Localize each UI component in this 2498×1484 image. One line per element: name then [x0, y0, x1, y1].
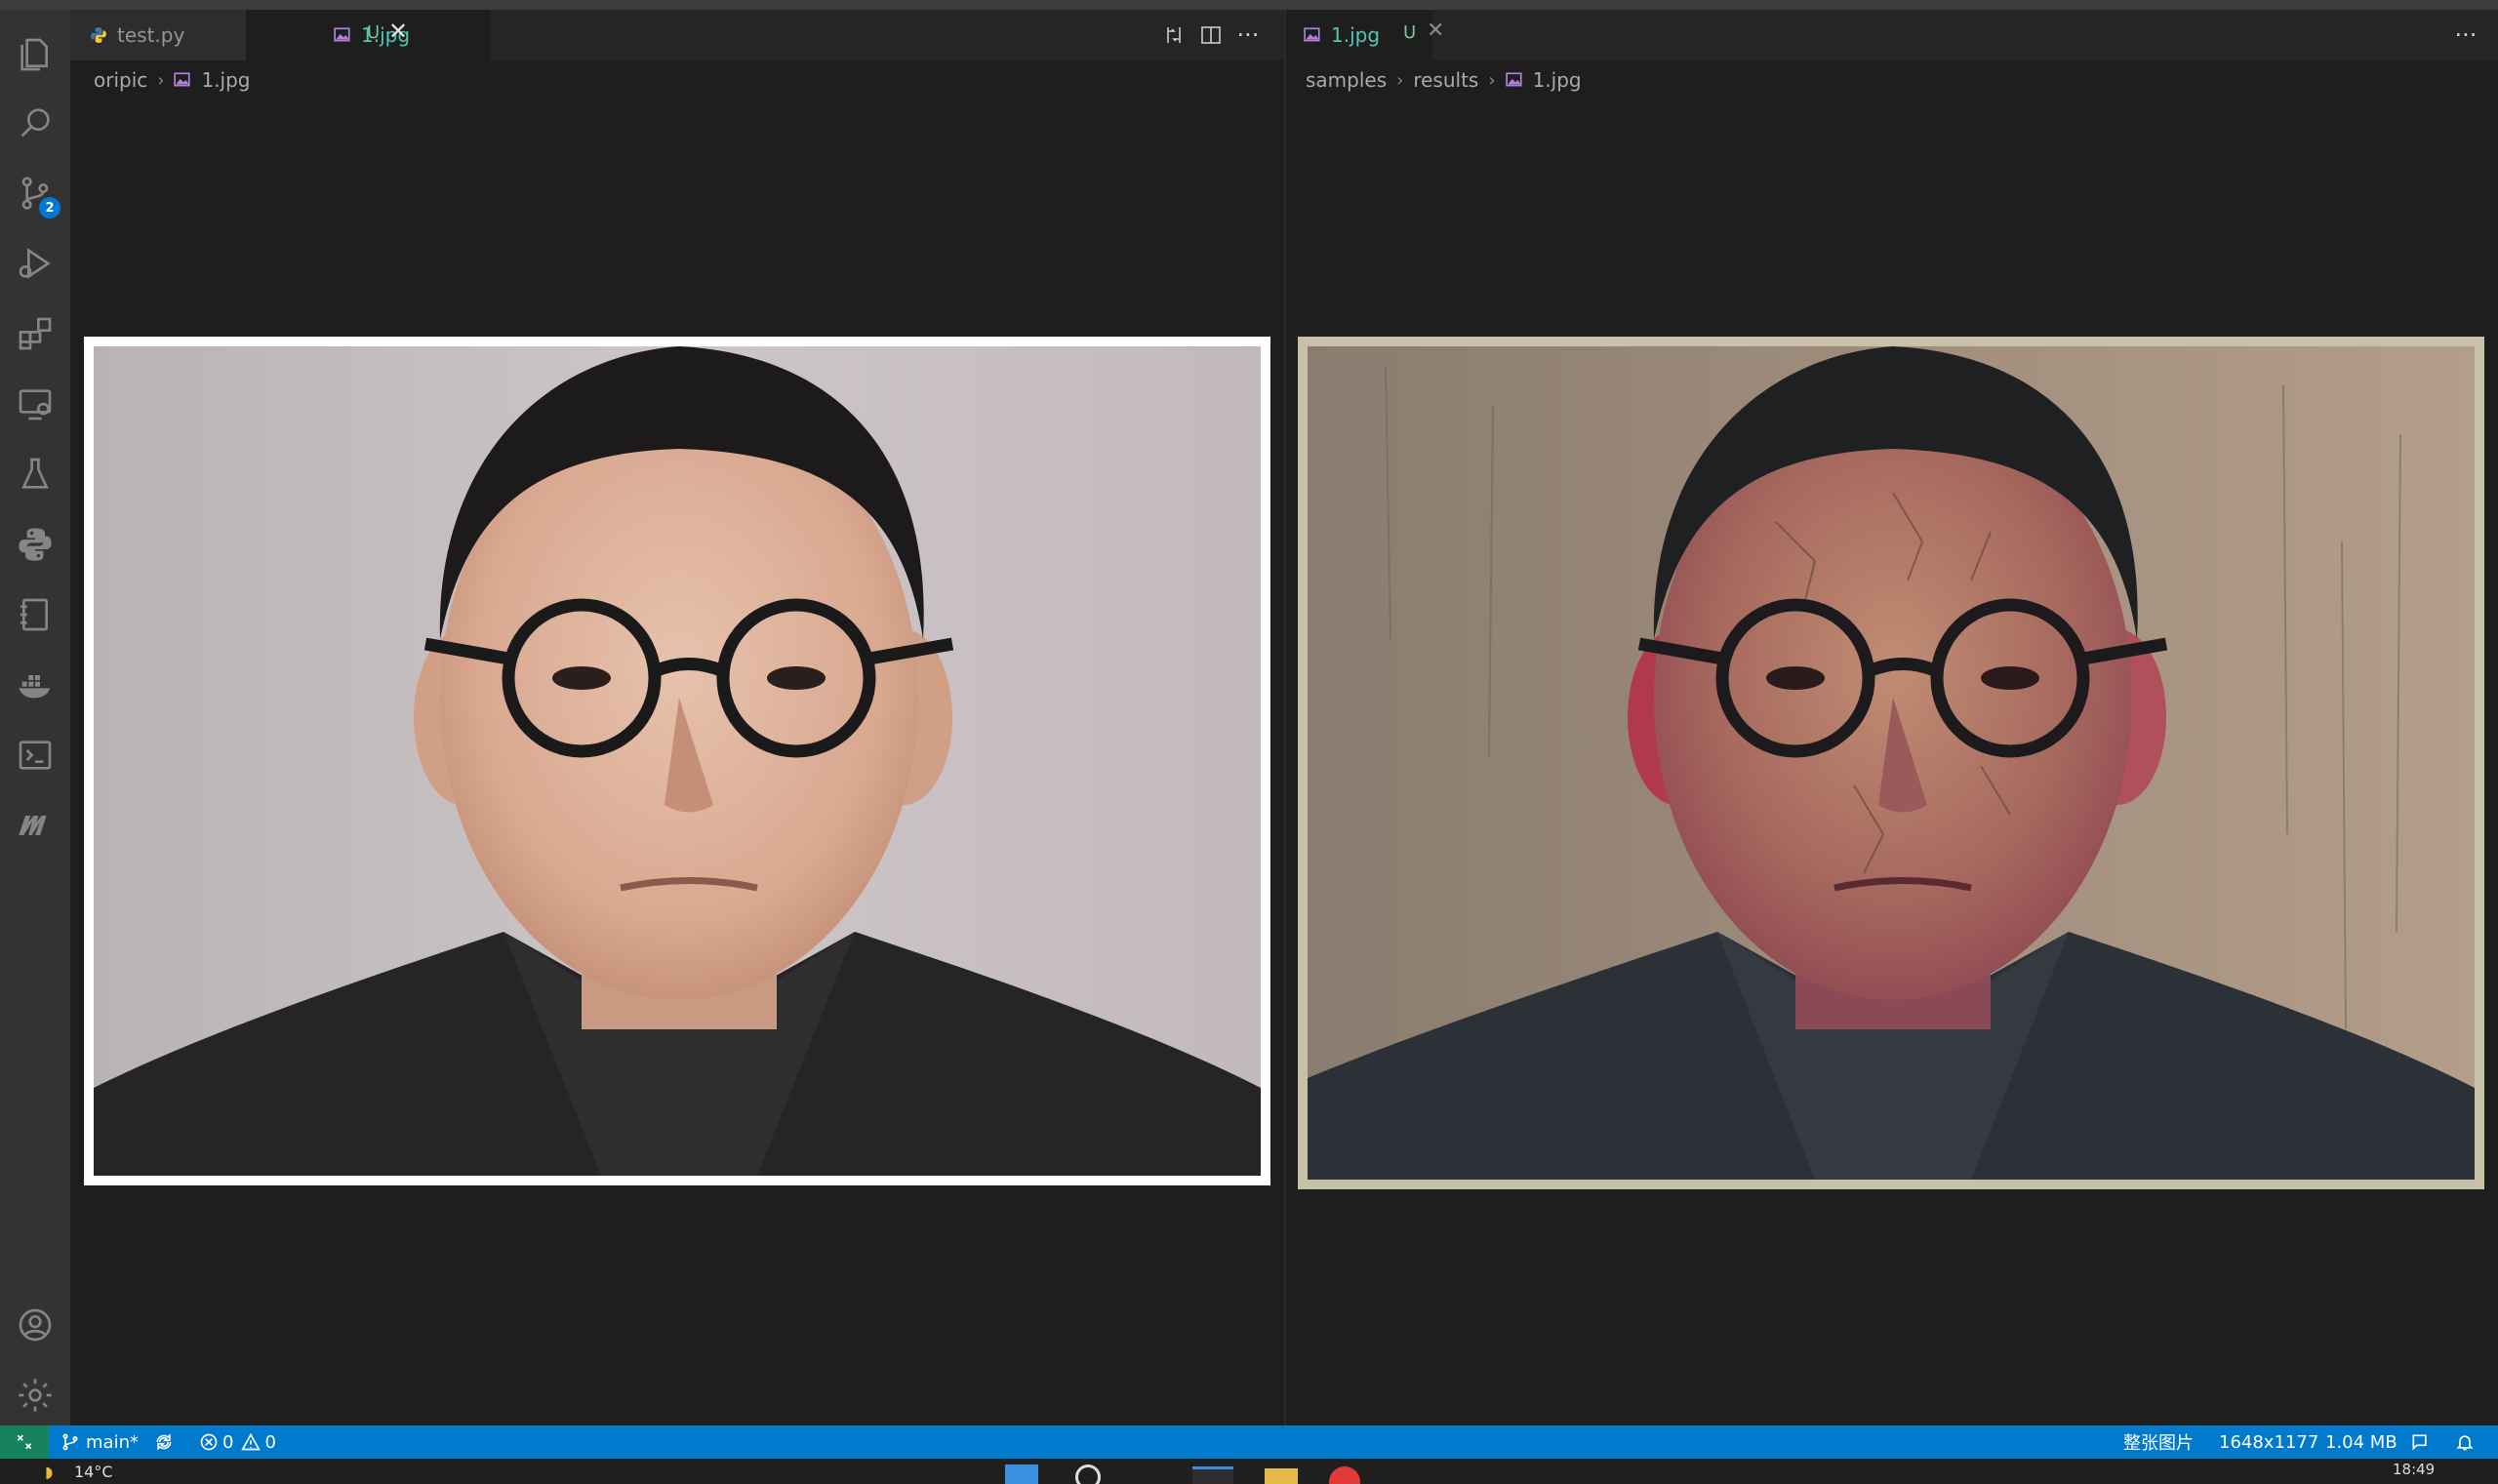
- terminal-icon[interactable]: [0, 724, 70, 786]
- editor-group-right: 1.jpg U ✕ ··· samples › results › 1.jpg: [1286, 10, 2498, 1425]
- breadcrumb-folder[interactable]: samples: [1306, 68, 1387, 92]
- git-branch-icon: [62, 1433, 78, 1451]
- image-file-size: 1.04 MB: [2325, 1431, 2397, 1453]
- chevron-right-icon: ›: [1488, 69, 1496, 91]
- explorer-icon[interactable]: [0, 23, 70, 86]
- chevron-right-icon: ›: [1396, 69, 1404, 91]
- breadcrumb-file[interactable]: 1.jpg: [201, 68, 250, 92]
- remote-explorer-icon[interactable]: [0, 373, 70, 435]
- testing-icon[interactable]: [0, 443, 70, 505]
- warning-icon: [241, 1432, 262, 1451]
- vscode-taskbar-icon[interactable]: [1192, 1466, 1233, 1484]
- image-file-icon: [1304, 27, 1320, 42]
- image-file-icon: [334, 27, 350, 42]
- editor-actions-right: ···: [2447, 10, 2484, 60]
- chevron-right-icon: ›: [157, 69, 165, 91]
- original-portrait-image: [94, 346, 1261, 1176]
- search-icon[interactable]: [0, 92, 70, 154]
- more-actions-icon[interactable]: ···: [1229, 17, 1267, 54]
- python-file-icon: [91, 27, 106, 43]
- breadcrumb-left: oripic › 1.jpg: [94, 66, 251, 94]
- editor-actions-left: ···: [1155, 10, 1267, 60]
- weather-icon: ◗: [45, 1463, 54, 1481]
- python-icon[interactable]: [0, 513, 70, 576]
- image-dimensions: 1648x1177: [2219, 1431, 2319, 1453]
- branch-name: main*: [86, 1431, 139, 1453]
- source-control-badge: 2: [39, 197, 60, 219]
- remote-indicator[interactable]: [0, 1425, 49, 1459]
- weather-temperature[interactable]: 14°C: [74, 1463, 113, 1481]
- original-image: [84, 337, 1270, 1185]
- activity-bar: 2: [0, 10, 70, 1425]
- image-file-icon: [1505, 72, 1522, 87]
- stylized-portrait-image: [1308, 346, 2475, 1180]
- breadcrumb-folder[interactable]: results: [1413, 68, 1478, 92]
- close-tab-icon[interactable]: ✕: [388, 18, 408, 45]
- search-taskbar-icon[interactable]: [1075, 1464, 1101, 1484]
- bell-icon: [2456, 1435, 2474, 1451]
- file-explorer-taskbar-icon[interactable]: [1265, 1468, 1298, 1484]
- compare-icon[interactable]: [1155, 17, 1192, 54]
- extensions-icon[interactable]: [0, 302, 70, 365]
- problems-indicator[interactable]: 0 0: [199, 1425, 276, 1459]
- feedback-button[interactable]: [2410, 1425, 2436, 1459]
- sync-button[interactable]: [154, 1425, 180, 1459]
- accounts-icon[interactable]: [0, 1294, 70, 1356]
- image-file-icon: [174, 72, 191, 87]
- breadcrumb-file[interactable]: 1.jpg: [1533, 68, 1582, 92]
- feedback-icon: [2412, 1434, 2427, 1451]
- error-count: 0: [222, 1431, 234, 1453]
- breadcrumb-right: samples › results › 1.jpg: [1306, 66, 1582, 94]
- tab-bar-left: test.py 1.jpg: [70, 10, 1284, 60]
- breadcrumb-folder[interactable]: oripic: [94, 68, 147, 92]
- docker-icon[interactable]: [0, 654, 70, 716]
- untracked-status: U: [367, 22, 381, 43]
- app-taskbar-icon[interactable]: [1329, 1466, 1360, 1484]
- error-icon: [200, 1433, 218, 1451]
- os-taskbar: ◗ 14°C 18:49: [0, 1459, 2498, 1484]
- window-top-strip: [0, 0, 2498, 10]
- tab-bar-right: 1.jpg: [1286, 10, 2498, 60]
- editor-group-left: test.py 1.jpg U ✕ ··· oripic › 1.jpg: [70, 10, 1284, 1425]
- result-image: [1298, 337, 2484, 1189]
- image-zoom-mode[interactable]: 整张图片: [2123, 1425, 2194, 1459]
- tab-test-py[interactable]: test.py: [70, 10, 246, 60]
- source-control-icon[interactable]: 2: [0, 162, 70, 224]
- remote-icon: [17, 1434, 32, 1450]
- split-editor-icon[interactable]: [1192, 17, 1229, 54]
- branch-indicator[interactable]: main*: [60, 1425, 139, 1459]
- run-debug-icon[interactable]: [0, 232, 70, 295]
- sync-icon: [156, 1433, 172, 1451]
- notebook-icon[interactable]: [0, 583, 70, 646]
- clock[interactable]: 18:49: [2393, 1461, 2435, 1478]
- manage-gear-icon[interactable]: [0, 1364, 70, 1426]
- untracked-status: U: [1403, 22, 1417, 43]
- m-logo-icon[interactable]: [0, 794, 70, 857]
- warning-count: 0: [264, 1431, 276, 1453]
- status-bar: main* 0 0 整张图片 1648x1177 1.04 MB: [0, 1425, 2498, 1459]
- more-actions-icon[interactable]: ···: [2447, 17, 2484, 54]
- tab-label: test.py: [117, 23, 185, 47]
- start-icon[interactable]: [1005, 1464, 1038, 1484]
- close-tab-icon[interactable]: ✕: [1427, 19, 1444, 43]
- notifications-button[interactable]: [2455, 1425, 2480, 1459]
- tab-label: 1.jpg: [1331, 23, 1381, 47]
